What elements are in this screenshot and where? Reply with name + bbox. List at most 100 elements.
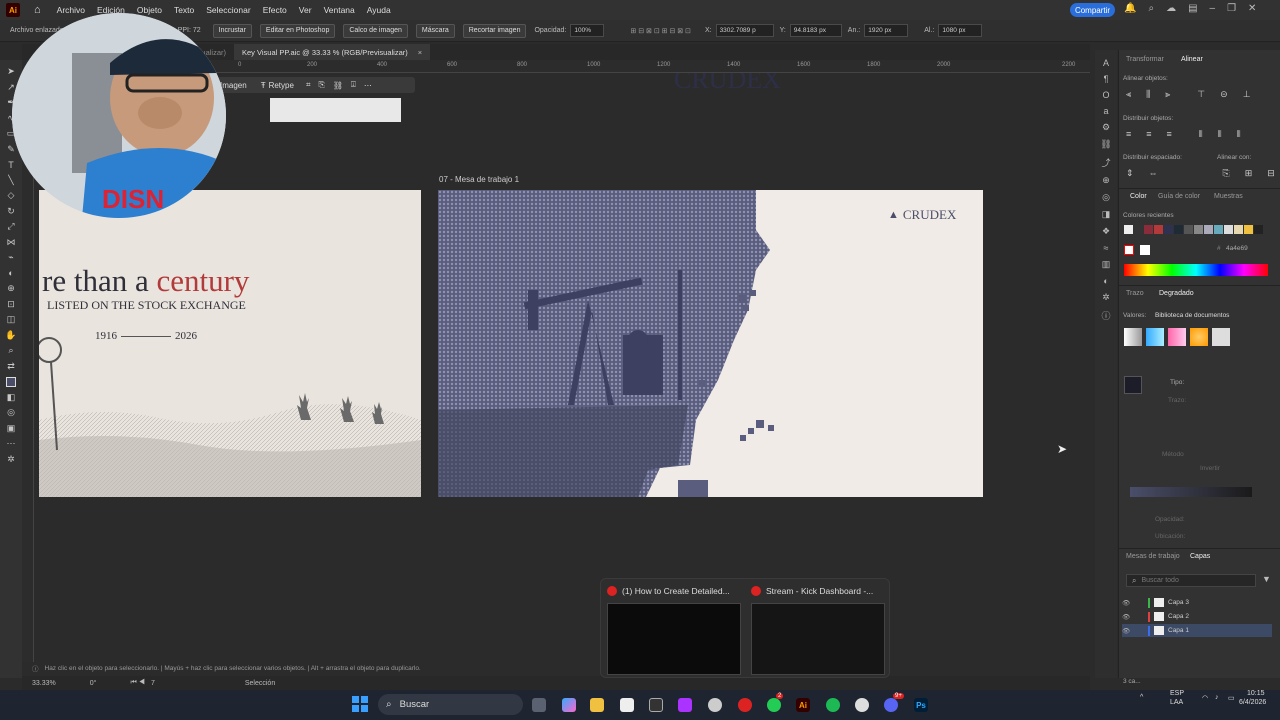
recent-swatch[interactable] [1164,225,1173,234]
wifi-icon[interactable]: ◠ [1202,694,1208,702]
volume-icon[interactable]: ♪ [1215,694,1219,701]
hand-tool-icon[interactable]: ✋ [0,328,22,344]
space-h-icon[interactable]: ⇔ [1149,168,1158,179]
menu-archivo[interactable]: Archivo [51,5,91,15]
swatches-panel-icon[interactable]: ◐ [1103,276,1108,286]
layer-name[interactable]: Capa 3 [1168,599,1189,606]
chrome-icon[interactable] [855,698,869,712]
tab-gradient[interactable]: Degradado [1159,290,1194,297]
recent-swatch[interactable] [1224,225,1233,234]
align-selection-icon[interactable]: ⎘ [1223,168,1230,179]
recent-swatch[interactable] [1154,225,1163,234]
layers-search[interactable]: ⌕ Buscar todo [1126,574,1256,587]
gradient-preset[interactable] [1146,328,1164,346]
recent-swatch[interactable] [1134,225,1143,234]
layer-name[interactable]: Capa 1 [1168,627,1189,634]
tab-stroke[interactable]: Trazo [1126,290,1144,297]
illustrator-taskbar-icon[interactable]: Ai [796,698,810,712]
tab-color[interactable]: Color [1130,193,1147,200]
artboard-right[interactable]: ▲ CRUDEX [438,190,983,497]
recent-swatch[interactable] [1234,225,1243,234]
layout-icon[interactable]: ▤ [1188,3,1197,14]
settings-panel-icon[interactable]: ✲ [1102,292,1110,303]
rotation-field[interactable]: 0° [90,680,97,687]
properties-panel-icon[interactable]: ⚙ [1102,122,1110,133]
zoom-tool-icon[interactable]: ⌕ [0,343,22,359]
recent-swatch[interactable] [1144,225,1153,234]
paragraph-panel-icon[interactable]: ¶ [1104,74,1109,84]
eyedropper-tool-icon[interactable]: ⌁ [0,250,22,266]
align-right-icon[interactable]: ⫸ [1165,89,1170,100]
space-v-icon[interactable]: ⇕ [1126,168,1134,179]
y-input[interactable]: 94.8183 px [789,24,842,37]
align-hcenter-icon[interactable]: ⫼ [1146,89,1150,100]
dist-right-icon[interactable]: ⦀ [1237,129,1241,140]
align-icons[interactable]: ⊞ ⊟ ⊠ ⊡ ⊞ ⊟ ⊠ ⊡ [630,27,691,35]
link-icon[interactable]: ⛓ [333,81,343,90]
windows-start-icon[interactable] [352,696,368,712]
draw-mode-icon[interactable]: ◎ [0,405,22,421]
cloud-icon[interactable]: ☁ [1166,3,1176,14]
glyphs-panel-icon[interactable]: a [1103,106,1108,116]
tab-alinear[interactable]: Alinear [1181,56,1203,63]
tab-swatches[interactable]: Muestras [1214,193,1243,200]
layer-row[interactable]: 👁 Capa 3 [1122,596,1272,609]
retype-button[interactable]: Retype [269,81,294,90]
align-vcenter-icon[interactable]: ⊝ [1220,89,1228,100]
maximize-icon[interactable]: ❐ [1227,3,1236,14]
menu-ventana[interactable]: Ventana [318,5,361,15]
crop-image-button[interactable]: Recortar imagen [462,23,527,38]
artboard-number-field[interactable]: 7 [151,680,155,687]
tab-artboards[interactable]: Mesas de trabajo [1126,553,1180,560]
gradient-preset[interactable] [1124,328,1142,346]
retype-icon[interactable]: Ŧ [261,81,266,90]
crop-icon[interactable]: ⌗ [306,80,311,90]
dist-bottom-icon[interactable]: ≡ [1167,129,1172,140]
graphic-styles-icon[interactable]: ◨ [1102,209,1111,220]
notion-icon[interactable] [620,698,634,712]
edit-photoshop-button[interactable]: Editar en Photoshop [259,23,336,38]
gradient-preset[interactable] [1190,328,1208,346]
app-icon[interactable] [678,698,692,712]
image-trace-button[interactable]: Calco de imagen [343,23,408,38]
recent-swatch[interactable] [1184,225,1193,234]
visibility-eye-icon[interactable]: 👁 [1122,627,1134,635]
artboard-label[interactable]: 07 - Mesa de trabajo 1 [439,175,519,184]
values-select[interactable]: Biblioteca de documentos [1155,312,1229,319]
tab-color-guide[interactable]: Guía de color [1158,193,1200,200]
gradient-preview[interactable] [1124,376,1142,394]
blend-tool-icon[interactable]: ◐ [0,266,22,282]
tray-chevron-icon[interactable]: ^ [1140,694,1143,701]
menu-ver[interactable]: Ver [293,5,318,15]
export-icon[interactable]: ⎘ [318,80,324,90]
menu-seleccionar[interactable]: Seleccionar [200,5,256,15]
dist-top-icon[interactable]: ≡ [1126,129,1131,140]
color-mode-icon[interactable]: ◧ [0,390,22,406]
pathfinder-panel-icon[interactable]: ⊕ [1102,175,1110,186]
line-tool-icon[interactable]: ╲ [0,173,22,189]
recent-swatch[interactable] [1204,225,1213,234]
close-tab-icon[interactable]: × [418,48,422,57]
artboard-left[interactable] [39,190,421,497]
menu-texto[interactable]: Texto [168,5,200,15]
info-panel-icon[interactable]: ⓘ [1101,309,1110,322]
artboard-thumbnail-top[interactable] [270,98,401,122]
tab-key-visual[interactable]: Key Visual PP.aic @ 33.33 % (RGB/Previsu… [234,44,431,60]
layer-row[interactable]: 👁 Capa 2 [1122,610,1272,623]
slice-tool-icon[interactable]: ◫ [0,312,22,328]
fill-stroke-icon[interactable] [0,374,22,390]
height-input[interactable]: 1080 px [938,24,983,37]
dist-vcenter-icon[interactable]: ≡ [1146,129,1151,140]
width-tool-icon[interactable]: ⋈ [0,235,22,251]
whatsapp-icon[interactable] [767,698,781,712]
dist-hcenter-icon[interactable]: ⦀ [1218,129,1222,140]
photoshop-icon[interactable]: Ps [914,698,928,712]
bell-icon[interactable]: 🔔 [1124,3,1136,14]
share-button[interactable]: Compartir [1070,3,1115,17]
swap-colors-icon[interactable]: ⇄ [0,359,22,375]
menu-efecto[interactable]: Efecto [257,5,293,15]
zoom-field[interactable]: 33.33% [32,680,56,687]
edit-toolbar-icon[interactable]: ✲ [0,452,22,468]
taskbar-search[interactable]: ⌕ Buscar [378,694,523,715]
spotify-icon[interactable] [826,698,840,712]
